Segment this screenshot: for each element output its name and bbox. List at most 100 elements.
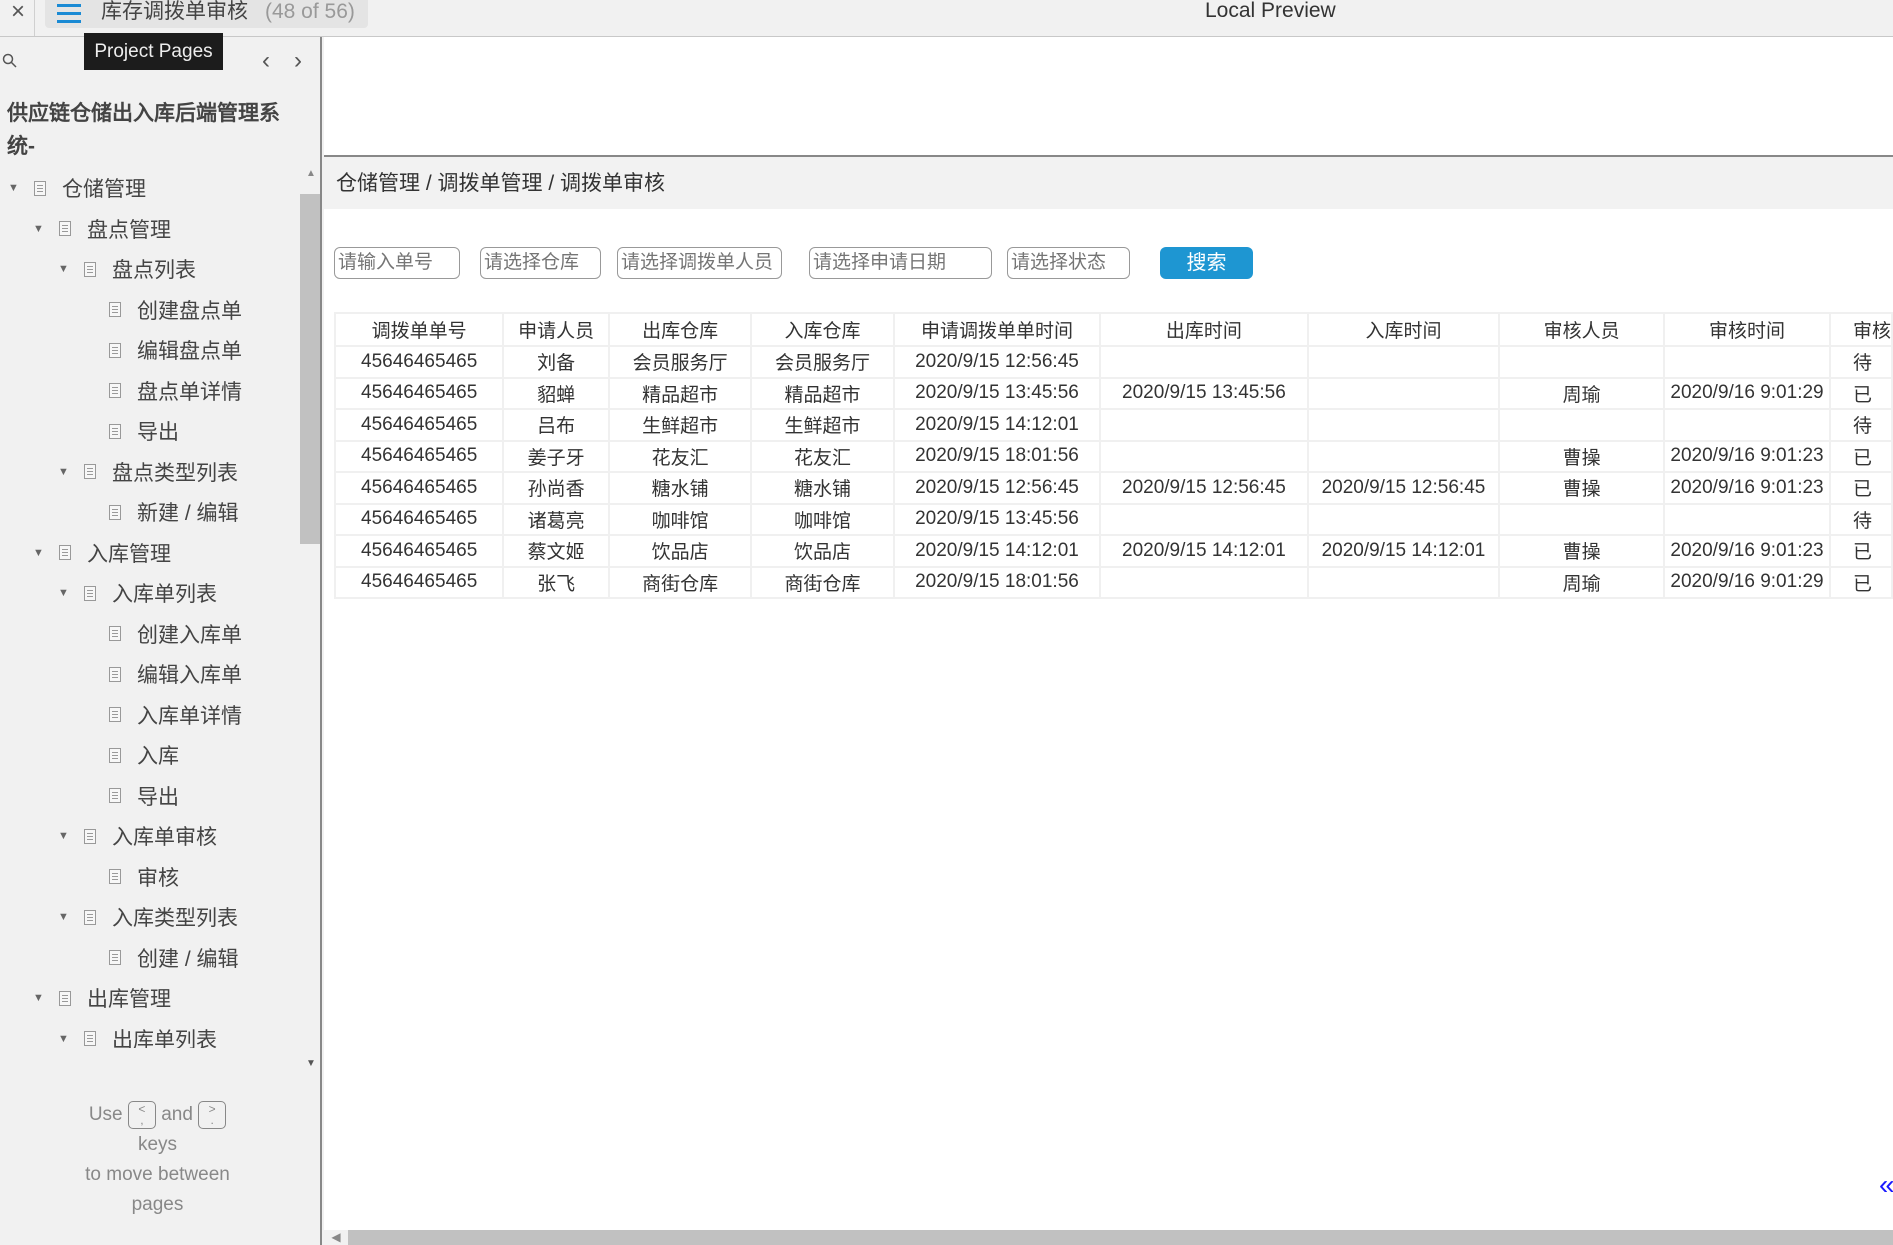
apply-date-select[interactable]	[809, 247, 992, 279]
tree-item[interactable]: ▼新建 / 编辑	[0, 492, 300, 533]
table-cell: 2020/9/15 12:56:45	[892, 345, 1102, 379]
table-cell: 45646465465	[333, 376, 505, 410]
column-header[interactable]: 出库时间	[1099, 312, 1309, 347]
tree-item-label: 入库单审核	[112, 826, 217, 850]
column-header[interactable]: 入库仓库	[750, 312, 895, 347]
tree-item[interactable]: ▼ 入库管理	[0, 533, 300, 574]
table-cell: 2020/9/16 9:01:23	[1663, 471, 1831, 505]
sidebar-scrollbar[interactable]: ▲ ▼	[300, 168, 320, 1078]
table-cell: 诸葛亮	[502, 502, 610, 536]
tree-item[interactable]: ▼ 仓储管理	[0, 168, 300, 209]
warehouse-select[interactable]	[480, 247, 601, 279]
column-header[interactable]: 出库仓库	[607, 312, 753, 347]
expand-caret-icon[interactable]: ▼	[8, 182, 20, 194]
tree-item-label: 入库类型列表	[112, 907, 238, 931]
page-icon	[84, 909, 96, 925]
table-row[interactable]: 45646465465 孙尚香 糖水铺 糖水铺 2020/9/15 12:56:45 20…	[333, 471, 1893, 505]
tree-item[interactable]: ▼导出	[0, 411, 300, 452]
tree-item[interactable]: ▼导出	[0, 776, 300, 817]
page-selector[interactable]: 库存调拨单审核 (48 of 56)	[45, 0, 368, 28]
column-header[interactable]: 入库时间	[1306, 312, 1501, 347]
table-row[interactable]: 45646465465 貂蝉 精品超市 精品超市 2020/9/15 13:45:56 2…	[333, 376, 1893, 410]
tree-item[interactable]: ▼入库	[0, 735, 300, 776]
hamburger-menu-icon[interactable]	[57, 4, 81, 23]
expand-caret-icon[interactable]: ▼	[33, 223, 45, 235]
tree-item[interactable]: ▼创建入库单	[0, 614, 300, 655]
column-header[interactable]: 审核	[1828, 312, 1893, 347]
column-header[interactable]: 调拨单单号	[333, 312, 505, 347]
search-icon[interactable]	[2, 53, 18, 69]
tree-item[interactable]: ▼盘点单详情	[0, 371, 300, 412]
table-row[interactable]: 45646465465 刘备 会员服务厅 会员服务厅 2020/9/15 12:56:4…	[333, 345, 1893, 379]
page-icon	[109, 666, 121, 682]
expand-caret-icon[interactable]: ▼	[58, 587, 70, 599]
order-number-input[interactable]	[334, 247, 460, 279]
table-row[interactable]: 45646465465 张飞 商街仓库 商街仓库 2020/9/15 18:01:56 周…	[333, 565, 1893, 599]
table-cell: 张飞	[502, 565, 610, 599]
expand-caret-icon[interactable]: ▼	[58, 830, 70, 842]
next-page-button[interactable]: ›	[294, 47, 302, 75]
keyboard-hint: Use <, and >. keys to move between pages	[70, 1100, 245, 1220]
expand-caret-icon[interactable]: ▼	[33, 547, 45, 559]
table-cell: 已	[1828, 376, 1893, 410]
table-cell: 会员服务厅	[607, 345, 753, 379]
table-cell: 吕布	[502, 408, 610, 442]
page-icon	[59, 221, 71, 237]
scroll-down-icon[interactable]: ▼	[306, 1058, 316, 1069]
tree-item[interactable]: ▼ 盘点类型列表	[0, 452, 300, 493]
table-row[interactable]: 45646465465 姜子牙 花友汇 花友汇 2020/9/15 18:01:56 曹操…	[333, 439, 1893, 473]
table-cell	[1306, 439, 1501, 473]
column-header[interactable]: 申请调拨单单时间	[892, 312, 1102, 347]
table-cell	[1099, 439, 1309, 473]
tree-item[interactable]: ▼ 入库单列表	[0, 573, 300, 614]
table-cell: 2020/9/15 12:56:45	[1306, 471, 1501, 505]
expand-caret-icon[interactable]: ▼	[58, 466, 70, 478]
tree-item[interactable]: ▼ 出库单列表	[0, 1019, 300, 1048]
page-icon	[109, 869, 121, 885]
scrollbar-thumb[interactable]	[300, 194, 320, 544]
tree-item[interactable]: ▼创建 / 编辑	[0, 938, 300, 979]
horizontal-scrollbar[interactable]: ◀	[324, 1230, 1893, 1245]
collapse-double-chevron-icon[interactable]: «	[1879, 1171, 1893, 1199]
transfer-person-select[interactable]	[617, 247, 782, 279]
tree-item-label: 新建 / 编辑	[137, 502, 239, 526]
column-header[interactable]: 申请人员	[502, 312, 610, 347]
scroll-up-icon[interactable]: ▲	[306, 168, 316, 179]
tree-item[interactable]: ▼ 入库类型列表	[0, 897, 300, 938]
tree-item[interactable]: ▼ 盘点管理	[0, 209, 300, 250]
table-cell: 已	[1828, 439, 1893, 473]
tree-item[interactable]: ▼ 出库管理	[0, 978, 300, 1019]
expand-caret-icon[interactable]: ▼	[58, 1033, 70, 1045]
expand-caret-icon[interactable]: ▼	[33, 992, 45, 1004]
table-cell: 商街仓库	[607, 565, 753, 599]
tree-item[interactable]: ▼审核	[0, 857, 300, 898]
table-cell	[1306, 502, 1501, 536]
tree-item[interactable]: ▼入库单详情	[0, 695, 300, 736]
tree-item[interactable]: ▼编辑入库单	[0, 654, 300, 695]
tree-item[interactable]: ▼编辑盘点单	[0, 330, 300, 371]
table-cell: 2020/9/15 13:45:56	[892, 502, 1102, 536]
expand-caret-icon[interactable]: ▼	[58, 263, 70, 275]
column-header[interactable]: 审核时间	[1663, 312, 1831, 347]
table-cell: 已	[1828, 471, 1893, 505]
table-row[interactable]: 45646465465 蔡文姬 饮品店 饮品店 2020/9/15 14:12:01 20…	[333, 534, 1893, 568]
column-header[interactable]: 审核人员	[1498, 312, 1666, 347]
table-cell: 待	[1828, 345, 1893, 379]
table-cell: 45646465465	[333, 471, 505, 505]
close-icon[interactable]: ×	[4, 0, 32, 30]
scroll-left-icon[interactable]: ◀	[324, 1230, 348, 1245]
tree-item-label: 导出	[137, 421, 179, 445]
prev-page-button[interactable]: ‹	[262, 47, 270, 75]
tree-item[interactable]: ▼ 盘点列表	[0, 249, 300, 290]
search-button[interactable]: 搜索	[1160, 247, 1253, 279]
table-cell: 2020/9/15 12:56:45	[1099, 471, 1309, 505]
tree-item-label: 出库管理	[87, 988, 171, 1012]
table-row[interactable]: 45646465465 吕布 生鲜超市 生鲜超市 2020/9/15 14:12:01 待	[333, 408, 1893, 442]
expand-caret-icon[interactable]: ▼	[58, 911, 70, 923]
page-icon	[84, 464, 96, 480]
tree-item[interactable]: ▼ 入库单审核	[0, 816, 300, 857]
status-select[interactable]	[1007, 247, 1130, 279]
table-row[interactable]: 45646465465 诸葛亮 咖啡馆 咖啡馆 2020/9/15 13:45:56 待	[333, 502, 1893, 536]
table-cell: 刘备	[502, 345, 610, 379]
tree-item[interactable]: ▼创建盘点单	[0, 290, 300, 331]
